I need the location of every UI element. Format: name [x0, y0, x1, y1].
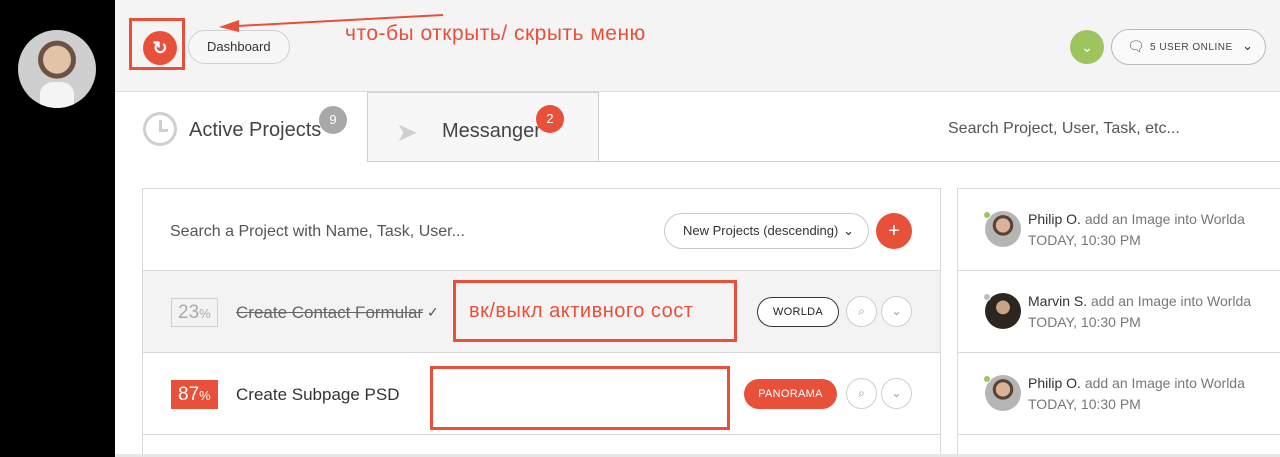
clock-icon — [143, 112, 177, 146]
progress-value: 23 — [178, 302, 200, 323]
activity-user: Marvin S. — [1028, 293, 1088, 309]
activity-time: TODAY, 10:30 PM — [1028, 314, 1141, 330]
activity-action: add an Image into Worlda — [1084, 375, 1245, 391]
sort-select[interactable]: New Projects (descending) ⌄ — [664, 213, 869, 249]
progress-value: 87 — [178, 384, 200, 405]
project-tag[interactable]: PANORAMA — [744, 379, 837, 409]
tab-badge: 9 — [319, 106, 347, 134]
tab-messanger[interactable]: ➤ Messanger 2 — [367, 92, 599, 162]
progress-badge: 23% — [171, 298, 218, 327]
annotation-toggle-text: вк/выкл активного сост — [469, 300, 694, 322]
activity-action: add an Image into Worlda — [1091, 293, 1252, 309]
progress-badge: 87% — [171, 380, 218, 409]
chevron-down-icon[interactable]: ⌄ — [881, 296, 912, 327]
activity-text: Marvin S. add an Image into Worlda — [1028, 293, 1251, 309]
chevron-down-icon: ⌄ — [1081, 39, 1093, 55]
annotation-highlight-box — [430, 366, 730, 430]
search-icon[interactable]: ⌕ — [846, 296, 877, 327]
tab-bar: Active Projects 9 ➤ Messanger 2 Search P… — [115, 92, 1280, 162]
chevron-down-icon: ⌄ — [843, 223, 854, 238]
chevron-down-icon[interactable]: ⌄ — [881, 378, 912, 409]
project-tag[interactable]: WORLDA — [757, 297, 839, 327]
progress-unit: % — [199, 388, 211, 403]
notifications-toggle[interactable]: ⌄ — [1070, 30, 1104, 64]
activity-user: Philip O. — [1028, 375, 1081, 391]
top-header: ↻ Dashboard что-бы открыть/ скрыть меню … — [115, 0, 1280, 92]
global-search-input[interactable]: Search Project, User, Task, etc... — [948, 120, 1180, 138]
tab-label: Active Projects — [189, 119, 322, 141]
project-title: Create Subpage PSD — [236, 385, 400, 404]
project-title: Create Contact Formular — [236, 303, 424, 322]
add-project-button[interactable]: + — [876, 213, 912, 249]
search-icon[interactable]: ⌕ — [846, 378, 877, 409]
user-avatar[interactable] — [18, 30, 96, 108]
refresh-icon: ↻ — [152, 38, 168, 58]
progress-unit: % — [199, 306, 211, 321]
users-online-label: 5 USER ONLINE — [1150, 42, 1233, 53]
dashboard-button[interactable]: Dashboard — [188, 30, 290, 64]
left-sidebar — [0, 0, 115, 457]
tab-label: Messanger — [442, 120, 541, 142]
activity-time: TODAY, 10:30 PM — [1028, 232, 1141, 248]
tab-active-projects[interactable]: Active Projects 9 — [143, 92, 367, 162]
menu-toggle-button[interactable]: ↻ — [143, 31, 177, 65]
project-search-input[interactable]: Search a Project with Name, Task, User..… — [170, 223, 465, 241]
project-row[interactable]: 23% Create Contact Formular ✓ вк/выкл ак… — [143, 270, 940, 352]
activity-user: Philip O. — [1028, 211, 1081, 227]
activity-feed: Philip O. add an Image into Worlda TODAY… — [957, 188, 1280, 457]
tab-badge: 2 — [536, 105, 564, 133]
activity-text: Philip O. add an Image into Worlda — [1028, 375, 1245, 391]
projects-panel: Search a Project with Name, Task, User..… — [142, 188, 941, 457]
activity-item[interactable]: Philip O. add an Image into Worlda TODAY… — [958, 353, 1280, 435]
status-dot — [983, 211, 991, 219]
paper-plane-icon: ➤ — [396, 117, 418, 147]
tab-divider — [367, 161, 1280, 162]
activity-time: TODAY, 10:30 PM — [1028, 396, 1141, 412]
checkmark-icon: ✓ — [427, 304, 439, 320]
project-row[interactable]: 87% Create Subpage PSD PANORAMA ⌕ ⌄ — [143, 352, 940, 434]
activity-text: Philip O. add an Image into Worlda — [1028, 211, 1245, 227]
status-dot — [983, 375, 991, 383]
status-dot — [983, 293, 991, 301]
activity-item[interactable]: Philip O. add an Image into Worlda TODAY… — [958, 189, 1280, 271]
activity-item[interactable]: Marvin S. add an Image into Worlda TODAY… — [958, 271, 1280, 353]
chevron-down-icon: ⌄ — [1242, 38, 1253, 53]
sort-select-label: New Projects (descending) — [683, 223, 839, 238]
users-online-button[interactable]: 🗨 5 USER ONLINE ⌄ — [1111, 29, 1266, 65]
chat-bubble-icon: 🗨 — [1127, 38, 1145, 54]
activity-action: add an Image into Worlda — [1084, 211, 1245, 227]
annotation-menu-text: что-бы открыть/ скрыть меню — [345, 22, 646, 45]
app-root: ↻ Dashboard что-бы открыть/ скрыть меню … — [0, 0, 1280, 457]
